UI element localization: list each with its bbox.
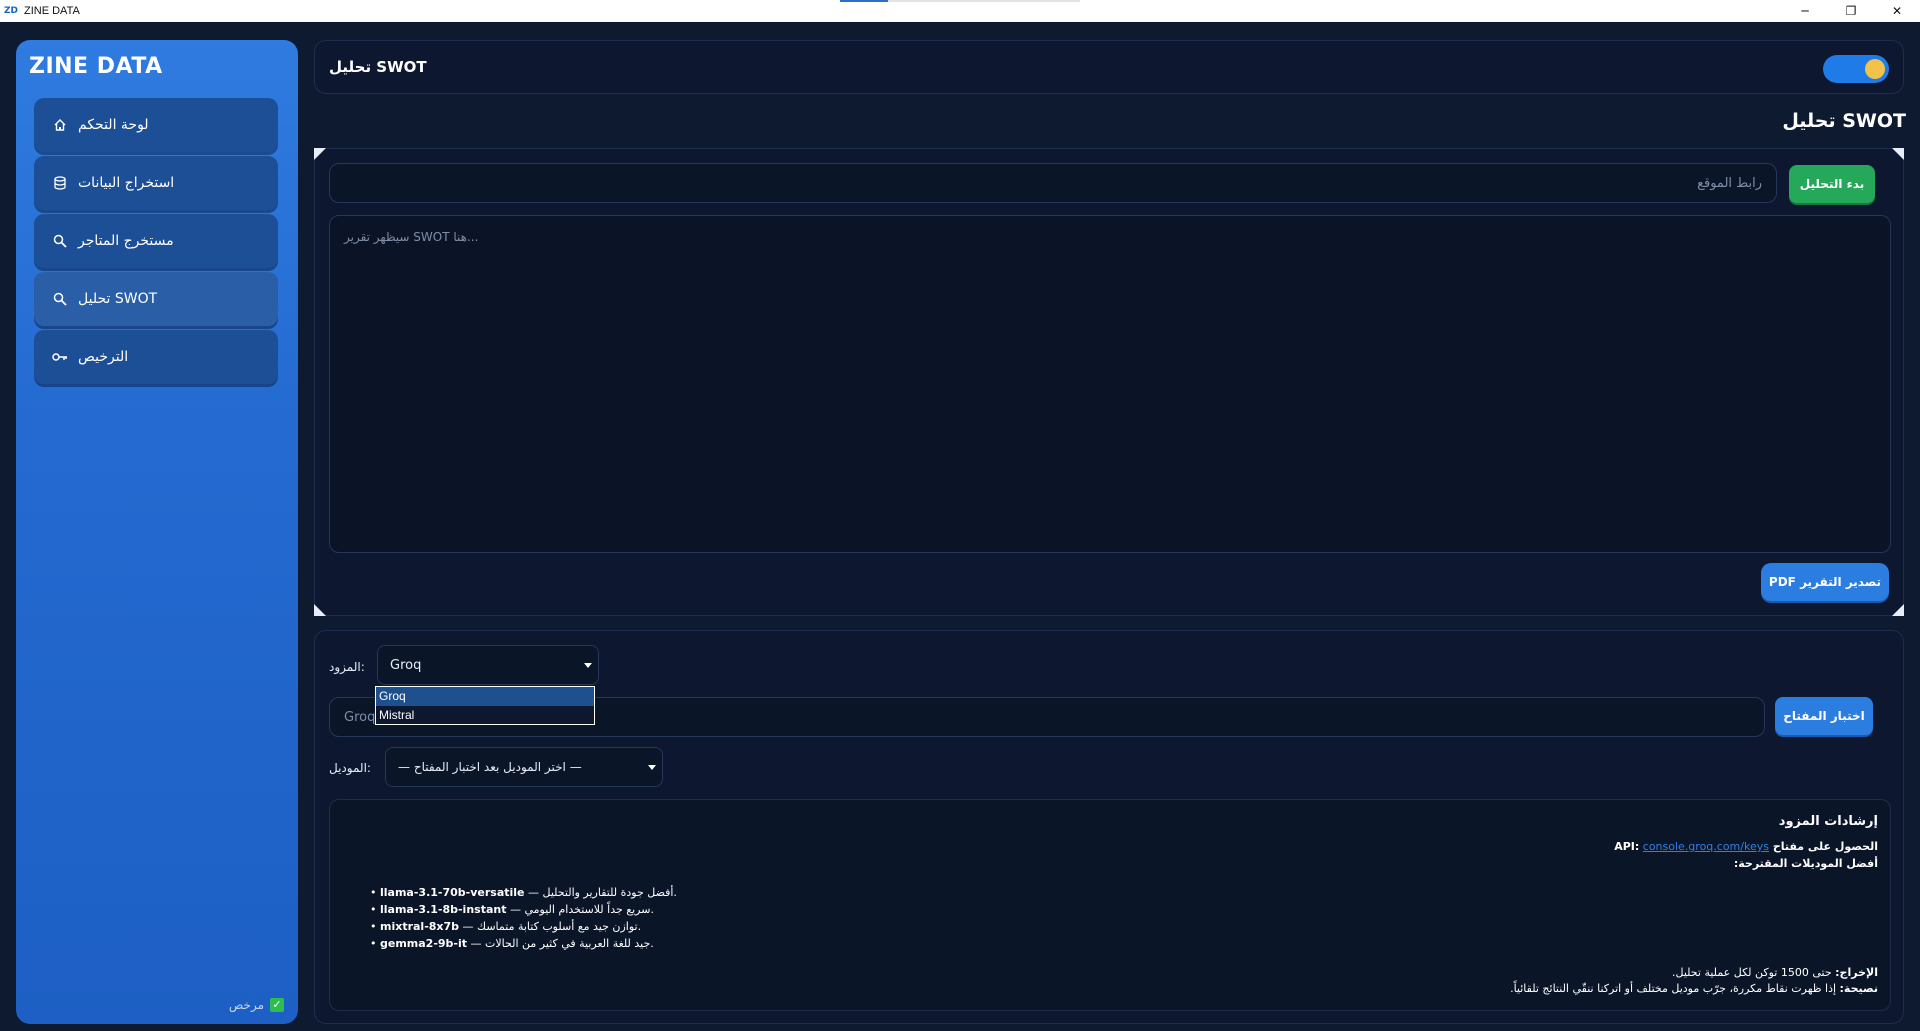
sidebar-item-dashboard[interactable]: لوحة التحكم: [34, 98, 278, 152]
model-desc: — أفضل جودة للتقارير والتحليل.: [524, 886, 677, 899]
sidebar-item-data-extraction[interactable]: استخراج البيانات: [34, 156, 278, 210]
license-status-label: مرخص: [228, 998, 264, 1012]
theme-toggle[interactable]: [1823, 55, 1889, 83]
dropdown-option-mistral[interactable]: Mistral: [376, 706, 594, 725]
guide-tip-line: نصيحة: إذا ظهرت نقاط مكررة، جرّب موديل م…: [1510, 982, 1878, 995]
model-name: llama-3.1-70b-versatile: [380, 886, 525, 899]
window-titlebar: ZD ZINE DATA ─ ❐ ✕: [0, 0, 1920, 22]
header-bar: تحليل SWOT: [314, 40, 1904, 94]
provider-selected-value: Groq: [390, 657, 422, 673]
app-logo-icon: ZD: [4, 6, 18, 16]
provider-guide: إرشادات المزود الحصول على مفتاح API: con…: [329, 799, 1891, 1011]
sidebar-item-label: استخراج البيانات: [78, 175, 175, 191]
check-icon: ✓: [270, 998, 284, 1012]
start-analysis-button[interactable]: بدء التحليل: [1789, 165, 1875, 203]
export-pdf-button[interactable]: PDF تصدير التقرير: [1761, 563, 1889, 601]
guide-api-line: الحصول على مفتاح API: console.groq.com/k…: [1614, 840, 1878, 853]
analysis-panel: بدء التحليل PDF تصدير التقرير: [314, 148, 1904, 616]
resize-handle: [1892, 148, 1904, 160]
model-select[interactable]: — اختر الموديل بعد اختبار المفتاح —: [385, 747, 663, 787]
guide-models-heading: أفضل الموديلات المقترحة:: [1733, 857, 1878, 870]
toggle-knob: [1865, 59, 1885, 79]
list-item: • llama-3.1-70b-versatile — أفضل جودة لل…: [370, 886, 677, 899]
model-name: gemma2-9b-it: [380, 937, 468, 950]
chevron-down-icon: [584, 663, 592, 668]
loading-progress-fill: [840, 0, 888, 2]
close-button[interactable]: ✕: [1874, 0, 1920, 22]
model-desc: — سريع جداً للاستخدام اليومي.: [506, 903, 654, 916]
sidebar-item-label: مستخرج المتاجر: [78, 233, 174, 249]
model-name: mixtral-8x7b: [380, 920, 460, 933]
guide-output-line: الإخراج: حتى 1500 توكن لكل عملية تحليل.: [1672, 966, 1878, 979]
sidebar-item-swot[interactable]: تحليل SWOT: [34, 272, 278, 326]
resize-handle: [1892, 604, 1904, 616]
window-title: ZINE DATA: [24, 5, 80, 17]
model-label: الموديل:: [329, 761, 371, 775]
restore-button[interactable]: ❐: [1828, 0, 1874, 22]
search-icon: [52, 233, 68, 249]
model-selected-value: — اختر الموديل بعد اختبار المفتاح —: [398, 760, 582, 774]
window-controls: ─ ❐ ✕: [1782, 0, 1920, 22]
sidebar-item-label: تحليل SWOT: [78, 291, 158, 307]
sidebar-item-license[interactable]: الترخيص: [34, 330, 278, 384]
guide-models-heading-line: أفضل الموديلات المقترحة:: [1734, 857, 1878, 870]
sidebar: ZINE DATA لوحة التحكم استخراج البيانات م…: [16, 40, 298, 1024]
sidebar-item-label: لوحة التحكم: [78, 117, 149, 133]
swot-report-area[interactable]: [329, 215, 1891, 553]
license-status: مرخص ✓: [229, 998, 284, 1012]
website-url-input[interactable]: [329, 163, 1777, 203]
list-item: • mixtral-8x7b — توازن جيد مع أسلوب كتاب…: [370, 920, 642, 933]
api-keys-link[interactable]: console.groq.com/keys: [1643, 840, 1769, 853]
test-key-button[interactable]: اختبار المفتاح: [1775, 697, 1873, 735]
sidebar-item-label: الترخيص: [78, 349, 129, 365]
provider-dropdown-list: Groq Mistral: [375, 686, 595, 725]
resize-handle: [314, 148, 326, 160]
brand-title: ZINE DATA: [29, 54, 163, 79]
guide-output-text: حتى 1500 توكن لكل عملية تحليل.: [1672, 966, 1832, 979]
home-icon: [52, 117, 68, 133]
models-list: • llama-3.1-70b-versatile — أفضل جودة لل…: [370, 884, 677, 952]
key-icon: [52, 349, 68, 365]
model-name: llama-3.1-8b-instant: [380, 903, 507, 916]
resize-handle: [314, 604, 326, 616]
guide-output-label: الإخراج:: [1835, 966, 1878, 979]
database-icon: [52, 175, 68, 191]
dropdown-option-groq[interactable]: Groq: [376, 687, 594, 706]
page-title: تحليل SWOT: [1782, 110, 1906, 132]
guide-tip-text: إذا ظهرت نقاط مكررة، جرّب موديل مختلف أو…: [1510, 982, 1837, 995]
search-icon: [52, 291, 68, 307]
minimize-button[interactable]: ─: [1782, 0, 1828, 22]
chevron-down-icon: [648, 765, 656, 770]
list-item: • llama-3.1-8b-instant — سريع جداً للاست…: [370, 903, 654, 916]
loading-progress-bar: [840, 0, 1080, 2]
model-desc: — توازن جيد مع أسلوب كتابة متماسك.: [459, 920, 642, 933]
header-title: تحليل SWOT: [329, 58, 427, 76]
list-item: • gemma2-9b-it — جيد للغة العربية في كثي…: [370, 937, 654, 950]
provider-label: المزود:: [329, 660, 365, 674]
guide-title: إرشادات المزود: [1778, 814, 1878, 829]
sidebar-item-store-extractor[interactable]: مستخرج المتاجر: [34, 214, 278, 268]
provider-select[interactable]: Groq: [377, 645, 599, 685]
model-desc: — جيد للغة العربية في كثير من الحالات.: [467, 937, 654, 950]
guide-tip-label: نصيحة:: [1839, 982, 1878, 995]
